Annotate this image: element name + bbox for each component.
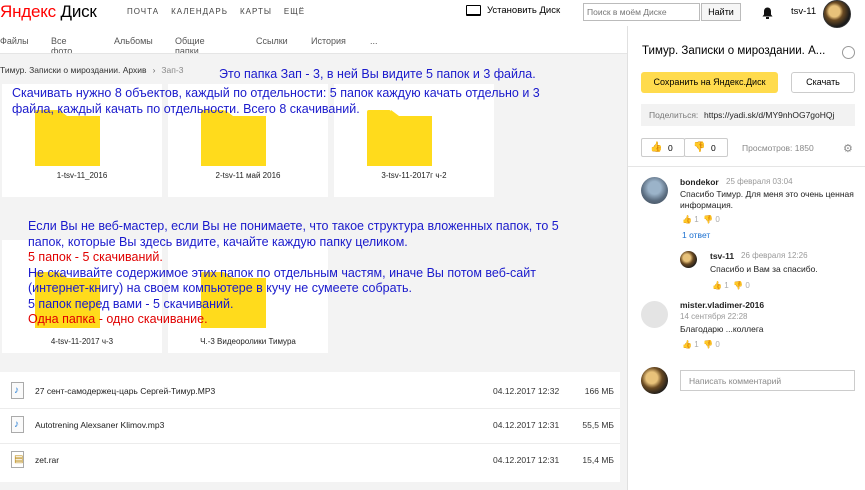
comment-votes: 👍 1 👎 0 bbox=[682, 215, 720, 224]
comment-text: Спасибо и Вам за спасибо. bbox=[710, 264, 818, 274]
tab-more[interactable]: ... bbox=[370, 36, 378, 46]
thumbs-down-icon[interactable]: 👎 bbox=[703, 215, 713, 224]
comment-date: 26 февраля 12:26 bbox=[741, 251, 808, 260]
bell-icon[interactable] bbox=[762, 7, 773, 19]
comment-input[interactable]: Написать комментарий bbox=[680, 370, 855, 391]
nav-calendar[interactable]: КАЛЕНДАРЬ bbox=[171, 7, 228, 16]
download-button[interactable]: Скачать bbox=[791, 72, 855, 93]
thumbs-up-icon: 👍 bbox=[650, 142, 663, 153]
annotation-instructions: Если Вы не веб-мастер, если Вы не понима… bbox=[28, 219, 559, 326]
tab-links[interactable]: Ссылки bbox=[256, 36, 288, 46]
dislike-button[interactable]: 👎 0 bbox=[684, 138, 728, 157]
archive-file-icon: ▤ bbox=[11, 451, 24, 468]
top-bar: Яндекс Диск ПОЧТА КАЛЕНДАРЬ КАРТЫ ЕЩЁ Ус… bbox=[0, 0, 865, 28]
comment-author[interactable]: tsv-11 bbox=[710, 251, 734, 261]
thumbs-up-icon[interactable]: 👍 bbox=[712, 281, 722, 290]
services-nav: ПОЧТА КАЛЕНДАРЬ КАРТЫ ЕЩЁ bbox=[127, 7, 305, 16]
user-name[interactable]: tsv-11 bbox=[791, 6, 816, 17]
breadcrumb-current: Зап-3 bbox=[161, 65, 184, 75]
nav-mail[interactable]: ПОЧТА bbox=[127, 7, 159, 16]
audio-file-icon: ♪ bbox=[11, 416, 24, 433]
file-list: ♪ 27 сент-самодержец-царь Сергей-Тимур.M… bbox=[0, 372, 620, 482]
avatar[interactable] bbox=[641, 177, 668, 204]
folder-icon bbox=[367, 110, 432, 166]
annotation-summary: Это папка Зап - 3, в ней Вы видите 5 пап… bbox=[219, 67, 536, 81]
resource-title: Тимур. Записки о мироздании. А... bbox=[642, 45, 826, 57]
avatar[interactable] bbox=[680, 251, 697, 268]
tab-albums[interactable]: Альбомы bbox=[114, 36, 153, 46]
avatar bbox=[641, 367, 668, 394]
folder-name: Ч.-3 Видеоролики Тимура bbox=[200, 337, 296, 346]
folder-icon bbox=[35, 110, 100, 166]
thumbs-down-icon[interactable]: 👎 bbox=[703, 340, 713, 349]
share-label: Поделиться: bbox=[649, 110, 699, 120]
save-to-disk-button[interactable]: Сохранить на Яндекс.Диск bbox=[641, 72, 778, 93]
comment-author[interactable]: bondekor bbox=[680, 177, 719, 187]
gear-icon[interactable]: ⚙ bbox=[843, 142, 853, 155]
thumbs-up-icon[interactable]: 👍 bbox=[682, 340, 692, 349]
comment-votes: 👍 1 👎 0 bbox=[712, 281, 750, 290]
folder-name: 3-tsv-11-2017г ч-2 bbox=[381, 171, 447, 180]
avatar[interactable] bbox=[641, 301, 668, 328]
user-avatar[interactable] bbox=[823, 0, 851, 28]
annotation-download-count: Скачивать нужно 8 объектов, каждый по от… bbox=[12, 86, 540, 116]
replies-link[interactable]: 1 ответ bbox=[682, 230, 710, 240]
find-button[interactable]: Найти bbox=[701, 3, 741, 21]
panel-divider bbox=[627, 26, 628, 490]
info-icon[interactable] bbox=[842, 46, 855, 59]
nav-maps[interactable]: КАРТЫ bbox=[240, 7, 272, 16]
share-link[interactable]: https://yadi.sk/d/MY9nhOG7goHQj bbox=[704, 110, 834, 120]
file-row[interactable]: ▤ zet.rar 04.12.2017 12:31 15,4 МБ bbox=[0, 443, 620, 479]
breadcrumb: Тимур. Записки о мироздании. Архив › Зап-3 bbox=[0, 65, 183, 75]
thumbs-down-icon[interactable]: 👎 bbox=[733, 281, 743, 290]
audio-file-icon: ♪ bbox=[11, 382, 24, 399]
comment-date: 25 февраля 03:04 bbox=[726, 177, 793, 186]
comment-date: 14 сентября 22:28 bbox=[680, 312, 748, 321]
search-input[interactable] bbox=[583, 3, 700, 21]
chevron-right-icon: › bbox=[152, 65, 156, 75]
comment-author[interactable]: mister.vladimer-2016 bbox=[680, 300, 764, 310]
folder-name: 1-tsv-11_2016 bbox=[56, 171, 108, 180]
like-button[interactable]: 👍 0 bbox=[641, 138, 685, 157]
file-row[interactable]: ♪ 27 сент-самодержец-царь Сергей-Тимур.M… bbox=[0, 374, 620, 410]
yandex-disk-logo[interactable]: Яндекс Диск bbox=[0, 2, 97, 22]
divider bbox=[628, 166, 865, 167]
breadcrumb-parent[interactable]: Тимур. Записки о мироздании. Архив bbox=[0, 65, 147, 75]
nav-more[interactable]: ЕЩЁ bbox=[284, 7, 305, 16]
comment-text: Спасибо Тимур. Для меня это очень ценная… bbox=[680, 189, 854, 210]
views-count: Просмотров: 1850 bbox=[742, 143, 814, 153]
tab-history[interactable]: История bbox=[311, 36, 346, 46]
install-disk-button[interactable]: Установить Диск bbox=[466, 5, 560, 16]
comment-text: Благодарю ...коллега bbox=[680, 324, 764, 334]
thumbs-down-icon: 👎 bbox=[693, 142, 706, 153]
folder-name: 2-tsv-11 май 2016 bbox=[215, 171, 281, 180]
comment-votes: 👍 1 👎 0 bbox=[682, 340, 720, 349]
file-row[interactable]: ♪ Autotrening Alexsaner Klimov.mp3 04.12… bbox=[0, 408, 620, 444]
laptop-icon bbox=[466, 5, 481, 16]
folder-icon bbox=[201, 110, 266, 166]
thumbs-up-icon[interactable]: 👍 bbox=[682, 215, 692, 224]
folder-name: 4-tsv-11-2017 ч-3 bbox=[50, 337, 114, 346]
tab-files[interactable]: Файлы bbox=[0, 36, 29, 46]
